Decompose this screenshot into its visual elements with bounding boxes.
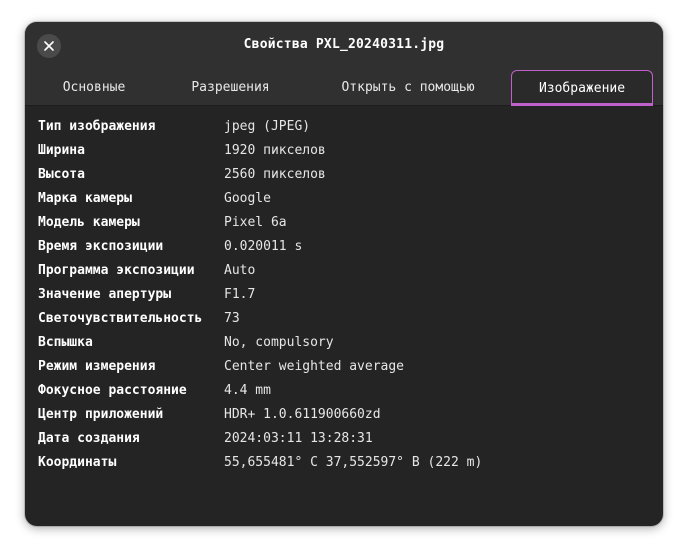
property-label: Время экспозиции <box>38 238 164 254</box>
window-title: Свойства PXL_20240311.jpg <box>243 37 445 52</box>
properties-dialog: Свойства PXL_20240311.jpg Основные Разре… <box>25 22 663 526</box>
tab-image[interactable]: Изображение <box>511 70 653 106</box>
property-label: Координаты <box>38 454 117 470</box>
property-row-iso: Светочувствительность 73 <box>38 306 663 330</box>
property-row-camera-make: Марка камеры Google <box>38 186 663 210</box>
property-value: 0.020011 s <box>224 238 303 254</box>
property-label: Вспышка <box>38 334 93 350</box>
property-value: 4.4 mm <box>224 382 271 398</box>
property-value: 73 <box>224 310 240 326</box>
property-label: Светочувствительность <box>38 310 203 326</box>
property-value: Auto <box>224 262 256 278</box>
property-row-camera-model: Модель камеры Pixel 6a <box>38 210 663 234</box>
property-label: Режим измерения <box>38 358 156 374</box>
property-row-width: Ширина 1920 пикселов <box>38 138 663 162</box>
property-label: Дата создания <box>38 430 140 446</box>
property-value: 1920 пикселов <box>224 142 326 158</box>
property-row-exposure-program: Программа экспозиции Auto <box>38 258 663 282</box>
property-value: Pixel 6a <box>224 214 287 230</box>
property-label: Ширина <box>38 142 85 158</box>
property-row-height: Высота 2560 пикселов <box>38 162 663 186</box>
property-value: 55,655481° С 37,552597° В (222 m) <box>224 454 483 470</box>
property-value: No, compulsory <box>224 334 334 350</box>
property-label: Значение апертуры <box>38 286 172 302</box>
property-label: Высота <box>38 166 85 182</box>
property-label: Тип изображения <box>38 118 156 134</box>
tab-bar: Основные Разрешения Открыть с помощью Из… <box>25 68 663 106</box>
property-value: 2024:03:11 13:28:31 <box>224 430 373 446</box>
tab-general[interactable]: Основные <box>34 70 154 105</box>
property-label: Программа экспозиции <box>38 262 195 278</box>
property-row-flash: Вспышка No, compulsory <box>38 330 663 354</box>
property-value: Center weighted average <box>224 358 405 374</box>
property-label: Модель камеры <box>38 214 140 230</box>
tab-open-with[interactable]: Открыть с помощью <box>307 70 509 105</box>
property-row-image-type: Тип изображения jpeg (JPEG) <box>38 114 663 138</box>
property-row-software: Центр приложений HDR+ 1.0.611900660zd <box>38 402 663 426</box>
property-label: Центр приложений <box>38 406 164 422</box>
property-label: Фокусное расстояние <box>38 382 187 398</box>
property-value: jpeg (JPEG) <box>224 118 311 134</box>
property-value: HDR+ 1.0.611900660zd <box>224 406 381 422</box>
property-row-metering-mode: Режим измерения Center weighted average <box>38 354 663 378</box>
property-value: 2560 пикселов <box>224 166 326 182</box>
property-row-aperture: Значение апертуры F1.7 <box>38 282 663 306</box>
property-row-coordinates: Координаты 55,655481° С 37,552597° В (22… <box>38 450 663 474</box>
tab-permissions[interactable]: Разрешения <box>154 70 307 105</box>
property-value: F1.7 <box>224 286 256 302</box>
property-label: Марка камеры <box>38 190 132 206</box>
image-properties-list: Тип изображения jpeg (JPEG) Ширина 1920 … <box>25 106 663 474</box>
property-value: Google <box>224 190 271 206</box>
property-row-focal-length: Фокусное расстояние 4.4 mm <box>38 378 663 402</box>
titlebar: Свойства PXL_20240311.jpg <box>25 22 663 68</box>
property-row-exposure-time: Время экспозиции 0.020011 s <box>38 234 663 258</box>
property-row-date-created: Дата создания 2024:03:11 13:28:31 <box>38 426 663 450</box>
